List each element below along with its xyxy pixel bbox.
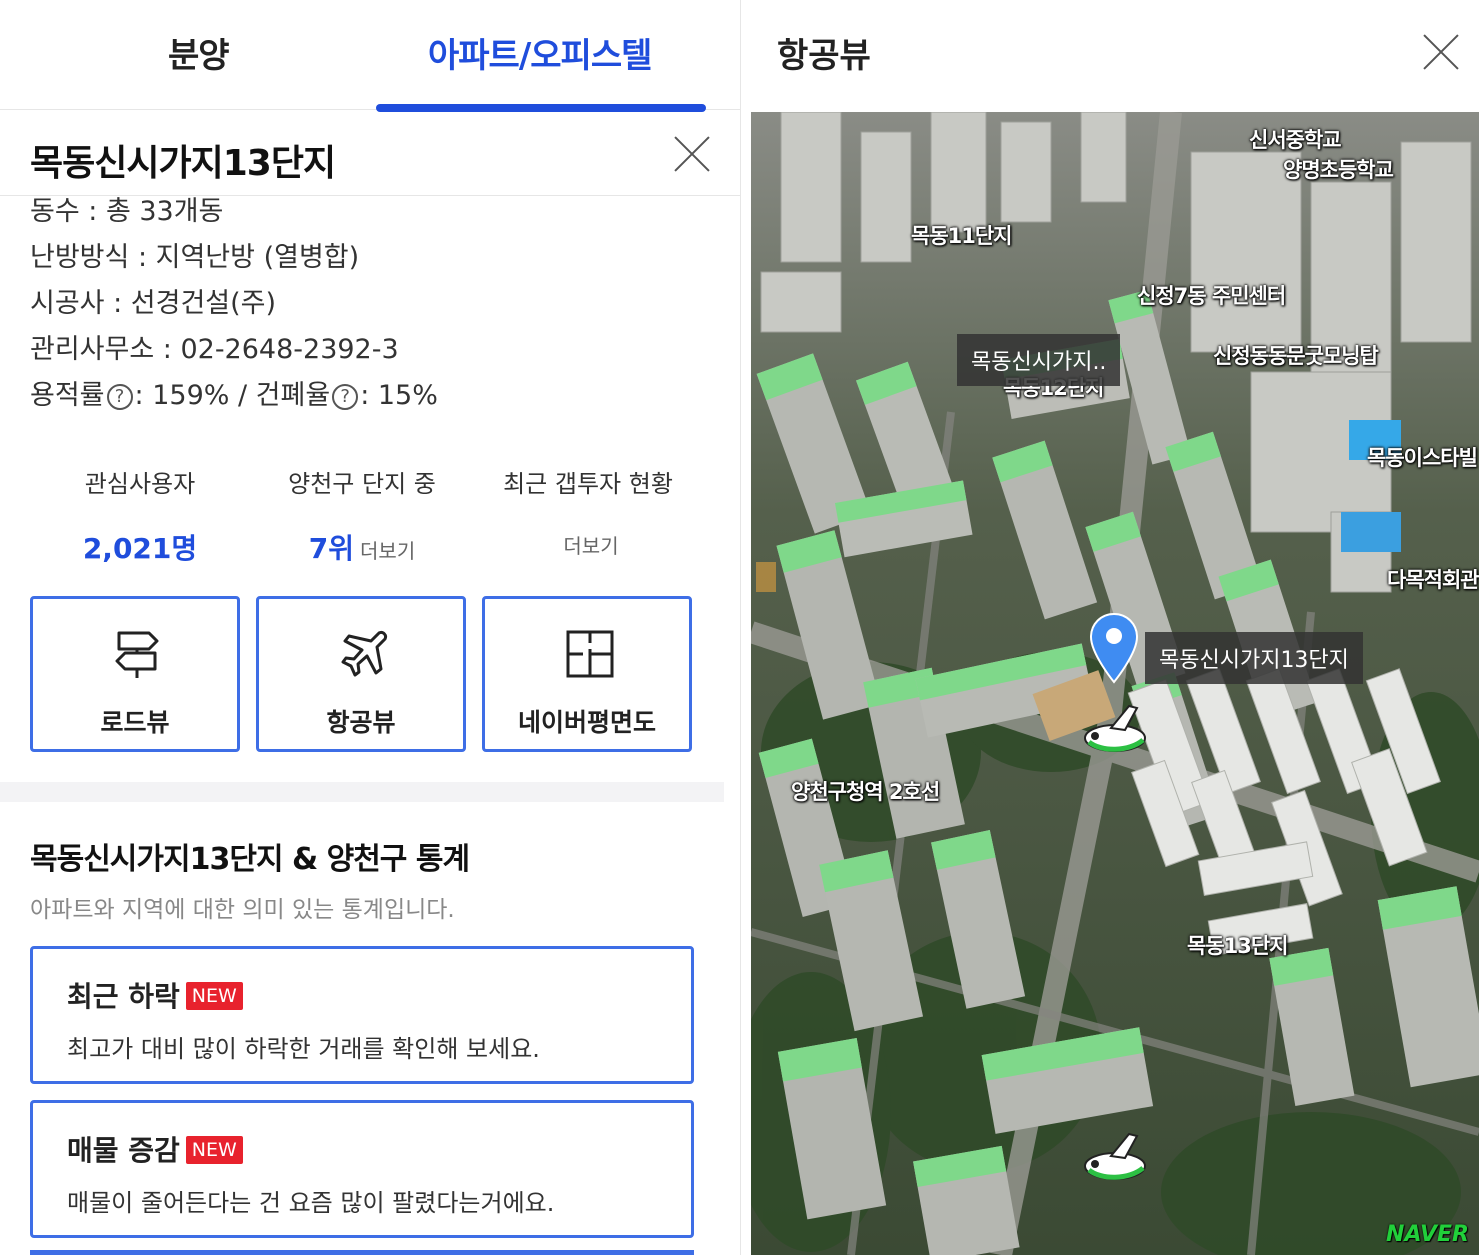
poi-label: 목동이스타빌: [1367, 446, 1478, 470]
floorplan-button[interactable]: 네이버평면도: [482, 596, 692, 752]
aerial-view-panel: 항공뷰 신서중학교 양명초등학교 목동11단지 신정7동 주민센터 신정동동문굿…: [740, 0, 1483, 1255]
complex-header: 목동신시가지13단지: [0, 112, 740, 196]
help-icon[interactable]: ?: [332, 384, 359, 410]
info-buildings: 동수 : 총 33개동: [30, 196, 224, 227]
poi-label: 양천구청역 2호선: [791, 780, 940, 804]
bcr-value: : 15%: [360, 380, 438, 411]
close-icon[interactable]: [1421, 32, 1461, 72]
poi-label: 신정동동문굿모닝탑: [1213, 344, 1379, 368]
roadview-button[interactable]: 로드뷰: [30, 596, 240, 752]
stat-card-price-drop[interactable]: 최근 하락 NEW 최고가 대비 많이 하락한 거래를 확인해 보세요.: [30, 946, 694, 1084]
tab-apartment[interactable]: 아파트/오피스텔: [428, 28, 652, 77]
poi-label: 신정7동 주민센터: [1137, 284, 1286, 308]
help-icon[interactable]: ?: [106, 384, 133, 410]
rank-value: 7위: [308, 532, 355, 565]
new-badge: NEW: [185, 1136, 243, 1164]
card-description: 최고가 대비 많이 하락한 거래를 확인해 보세요.: [67, 1035, 540, 1063]
poi-label: 목동13단지: [1187, 934, 1289, 958]
statistics-subtitle: 아파트와 지역에 대한 의미 있는 통계입니다.: [30, 897, 455, 923]
category-tabs: 분양 아파트/오피스텔: [0, 0, 740, 112]
stat-interest: 관심사용자 2,021명: [30, 464, 250, 567]
poi-label: 다목적회관: [1387, 568, 1479, 592]
roadview-label: 로드뷰: [100, 708, 170, 737]
info-heating: 난방방식 : 지역난방 (열병합): [30, 242, 360, 273]
bcr-label: 건폐율: [255, 380, 331, 411]
active-tab-indicator: [376, 104, 706, 112]
complex-stats: 관심사용자 2,021명 양천구 단지 중 7위 더보기 최근 갭투자 현황 더보…: [30, 464, 720, 574]
complex-map-label[interactable]: 목동신시가지13단지: [1145, 632, 1363, 684]
poi-label: 목동11단지: [911, 224, 1013, 248]
next-card-edge: [30, 1250, 694, 1255]
floorplan-label: 네이버평면도: [517, 708, 656, 737]
poi-label: 신서중학교: [1249, 128, 1342, 152]
poi-label: 양명초등학교: [1283, 158, 1394, 182]
info-builder: 시공사 : 선경건설(주): [30, 288, 277, 319]
aerial-panel-title: 항공뷰: [777, 36, 871, 76]
aerialview-label: 항공뷰: [326, 708, 396, 737]
location-pin-icon[interactable]: [1089, 612, 1139, 684]
floorplan-icon: [566, 630, 614, 678]
airplane-marker-icon[interactable]: [1081, 1130, 1153, 1190]
rank-more-link[interactable]: 더보기: [360, 539, 415, 563]
new-badge: NEW: [185, 982, 243, 1010]
complex-tooltip[interactable]: 목동신시가지..: [957, 334, 1121, 386]
statistics-title: 목동신시가지13단지 & 양천구 통계: [30, 842, 470, 877]
info-ratio: 용적률?: 159% / 건폐율?: 15%: [30, 379, 730, 425]
signpost-icon: [115, 631, 159, 678]
gap-more-link[interactable]: 더보기: [563, 534, 618, 558]
complex-title: 목동신시가지13단지: [30, 143, 336, 184]
far-label: 용적률: [30, 380, 105, 411]
stat-label: 관심사용자: [84, 470, 196, 498]
close-icon[interactable]: [672, 134, 712, 174]
stat-label: 양천구 단지 중: [288, 470, 436, 498]
interest-count: 2,021명: [82, 532, 198, 565]
far-value: : 159% /: [134, 380, 256, 411]
card-title: 최근 하락: [67, 980, 180, 1013]
stat-card-listing-change[interactable]: 매물 증감 NEW 매물이 줄어든다는 건 요즘 많이 팔렸다는거에요.: [30, 1100, 694, 1238]
aerial-map[interactable]: 신서중학교 양명초등학교 목동11단지 신정7동 주민센터 신정동동문굿모닝탑 …: [751, 112, 1479, 1255]
info-office: 관리사무소 : 02-2648-2392-3: [30, 334, 399, 365]
stat-gap: 최근 갭투자 현황 더보기: [478, 464, 698, 560]
tab-presale[interactable]: 분양: [168, 28, 230, 77]
card-title: 매물 증감: [67, 1134, 180, 1167]
section-divider: [0, 782, 724, 802]
complex-detail-panel: 분양 아파트/오피스텔 목동신시가지13단지 동수 : 총 33개동 난방방식 …: [0, 0, 740, 1255]
card-description: 매물이 줄어든다는 건 요즘 많이 팔렸다는거에요.: [67, 1189, 555, 1217]
airplane-icon: [341, 631, 387, 677]
complex-info: 동수 : 총 33개동 난방방식 : 지역난방 (열병합) 시공사 : 선경건설…: [30, 195, 730, 425]
naver-watermark: NAVER: [1386, 1222, 1469, 1247]
stat-label: 최근 갭투자 현황: [503, 470, 673, 498]
airplane-marker-icon[interactable]: [1081, 702, 1153, 762]
stat-rank: 양천구 단지 중 7위 더보기: [252, 464, 472, 567]
aerialview-button[interactable]: 항공뷰: [256, 596, 466, 752]
